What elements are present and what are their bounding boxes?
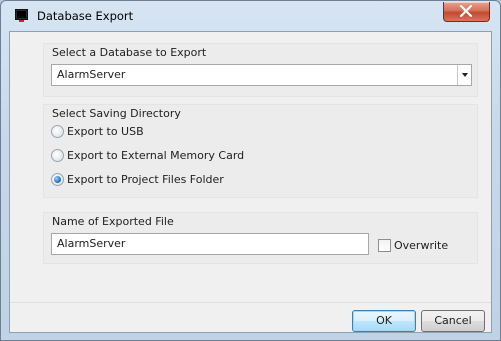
radio-label: Export to USB	[67, 125, 144, 138]
overwrite-checkbox[interactable]	[378, 239, 391, 252]
chevron-down-icon	[462, 73, 468, 77]
radio-button-selected[interactable]	[51, 173, 64, 186]
database-dropdown-button[interactable]	[457, 65, 471, 85]
radio-button[interactable]	[51, 125, 64, 138]
database-group: Select a Database to Export AlarmServer	[43, 43, 478, 97]
footer-divider	[10, 302, 491, 303]
file-name-group: Name of Exported File Overwrite	[43, 212, 478, 264]
file-name-textbox[interactable]	[51, 233, 369, 255]
close-button[interactable]	[443, 2, 490, 22]
radio-label: Export to Project Files Folder	[67, 173, 224, 186]
ok-button-label: OK	[376, 314, 392, 327]
dialog-content: Select a Database to Export AlarmServer …	[9, 31, 492, 333]
dialog-window: Database Export Select a Database to Exp…	[0, 0, 501, 341]
database-group-label: Select a Database to Export	[52, 46, 207, 59]
directory-group-label: Select Saving Directory	[52, 107, 181, 120]
file-name-input[interactable]	[52, 234, 367, 252]
file-name-group-label: Name of Exported File	[52, 215, 174, 228]
directory-group: Select Saving Directory Export to USB Ex…	[43, 104, 478, 198]
ok-button[interactable]: OK	[352, 310, 416, 332]
window-title: Database Export	[37, 9, 134, 23]
radio-button[interactable]	[51, 149, 64, 162]
radio-label: Export to External Memory Card	[67, 149, 245, 162]
cancel-button-label: Cancel	[434, 314, 472, 327]
close-icon	[459, 5, 473, 17]
database-combobox[interactable]: AlarmServer	[51, 64, 472, 86]
cancel-button[interactable]: Cancel	[421, 310, 485, 332]
terminal-window-icon	[15, 9, 28, 22]
database-selected-value: AlarmServer	[57, 68, 126, 81]
title-bar[interactable]: Database Export	[1, 1, 500, 31]
overwrite-label: Overwrite	[394, 239, 449, 252]
